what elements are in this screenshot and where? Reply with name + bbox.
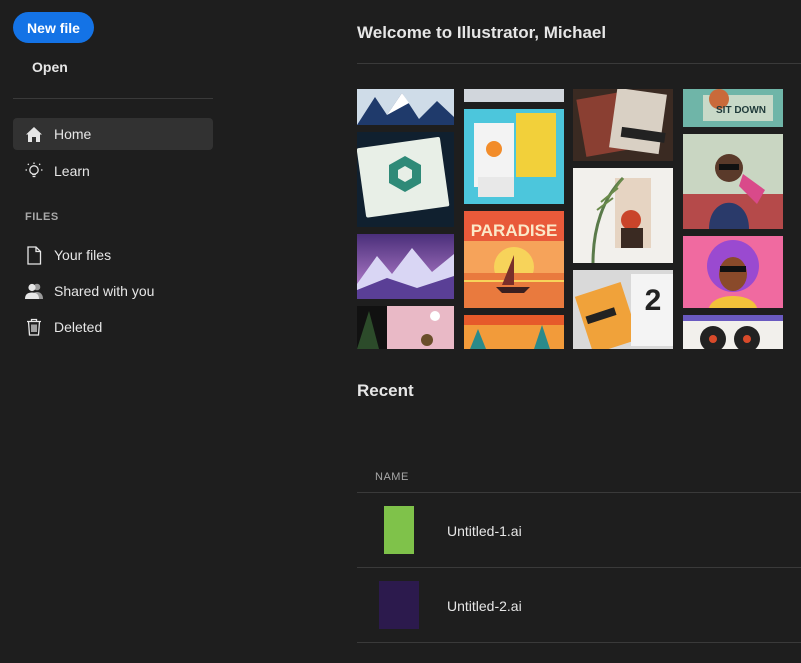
gallery-image[interactable] (464, 109, 564, 204)
file-thumbnail (379, 581, 419, 629)
sidebar-item-learn[interactable]: Learn (13, 155, 213, 187)
files-section-label: FILES (25, 211, 59, 223)
header-divider (357, 63, 801, 64)
main-content: Welcome to Illustrator, Michael PARADISE (230, 0, 801, 663)
sidebar-item-label: Deleted (54, 319, 103, 335)
sidebar-divider (13, 98, 213, 99)
gallery-image[interactable] (357, 132, 454, 227)
gallery-image[interactable] (683, 236, 783, 308)
open-button[interactable]: Open (32, 59, 68, 75)
gallery-image[interactable] (573, 168, 673, 263)
sidebar: New file Open Home Learn FILES Your file… (0, 0, 230, 663)
home-icon (24, 124, 44, 144)
document-icon (24, 245, 44, 265)
inspiration-gallery: PARADISE 2 SIT DOWN (357, 89, 801, 349)
lightbulb-icon (24, 161, 44, 181)
shared-users-icon (24, 281, 44, 301)
trash-icon (24, 317, 44, 337)
sidebar-item-label: Shared with you (54, 283, 155, 299)
gallery-image[interactable] (357, 234, 454, 299)
sidebar-item-home[interactable]: Home (13, 118, 213, 150)
gallery-image[interactable] (683, 315, 783, 349)
recent-heading: Recent (357, 381, 414, 400)
gallery-image[interactable] (357, 306, 454, 349)
gallery-image[interactable]: SIT DOWN (683, 89, 783, 127)
gallery-image[interactable] (683, 134, 783, 229)
gallery-image[interactable] (573, 89, 673, 161)
file-name: Untitled-2.ai (447, 598, 522, 614)
sidebar-item-deleted[interactable]: Deleted (13, 311, 213, 343)
sidebar-item-your-files[interactable]: Your files (13, 239, 213, 271)
gallery-image[interactable]: 2 (573, 270, 673, 349)
paradise-text: PARADISE (471, 221, 558, 240)
recent-file-row[interactable]: Untitled-2.ai (357, 569, 801, 643)
sidebar-item-label: Home (54, 126, 92, 142)
svg-text:2: 2 (645, 284, 662, 317)
sit-down-text: SIT DOWN (716, 105, 766, 116)
sidebar-item-label: Learn (54, 163, 90, 179)
file-thumbnail (384, 506, 414, 554)
row-divider (357, 492, 801, 493)
welcome-heading: Welcome to Illustrator, Michael (357, 23, 607, 42)
gallery-image[interactable] (464, 315, 564, 349)
sidebar-item-label: Your files (54, 247, 112, 263)
recent-file-row[interactable]: Untitled-1.ai (357, 494, 801, 568)
gallery-image[interactable]: PARADISE (464, 211, 564, 308)
new-file-button[interactable]: New file (13, 12, 94, 43)
gallery-image[interactable] (357, 89, 454, 125)
sidebar-item-shared[interactable]: Shared with you (13, 275, 213, 307)
name-column-header[interactable]: NAME (375, 471, 409, 483)
row-divider (357, 567, 801, 568)
row-divider (357, 642, 801, 643)
file-name: Untitled-1.ai (447, 523, 522, 539)
gallery-image[interactable] (464, 89, 564, 102)
